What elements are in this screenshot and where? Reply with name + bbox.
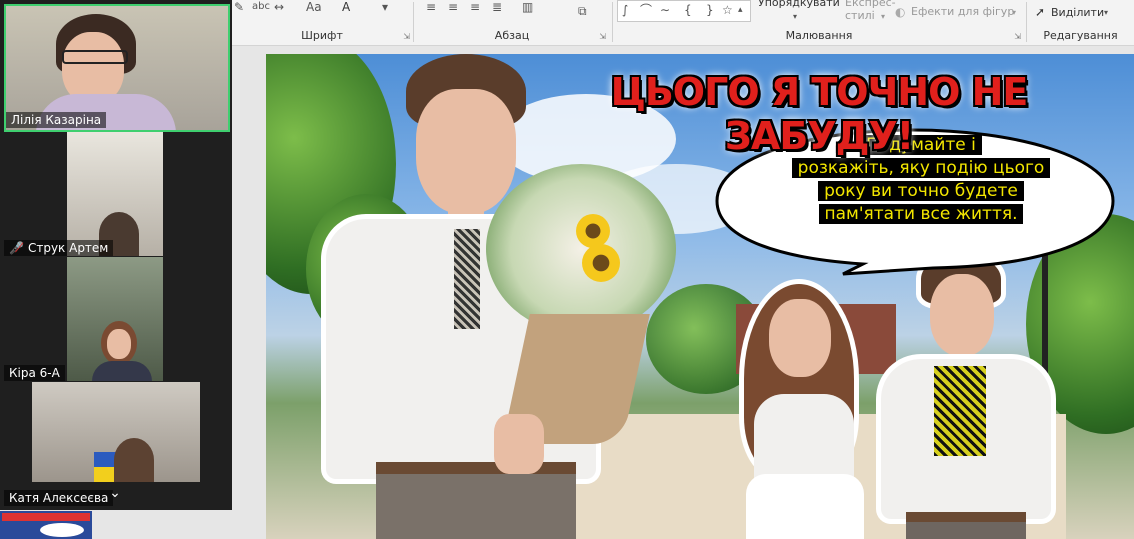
shape-effects-icon[interactable]: ◐ xyxy=(895,5,905,19)
change-case-button[interactable]: Aa xyxy=(306,0,322,14)
font-color-button[interactable]: A xyxy=(342,0,350,14)
slide-editor-area: Подумайте і розкажіть, яку подію цього р… xyxy=(232,46,1134,539)
participant-tile[interactable]: Лілія Казаріна xyxy=(4,4,230,132)
shape-effects-dropdown-icon[interactable]: ▾ xyxy=(1012,6,1016,20)
shape-brace-right-icon[interactable]: } xyxy=(706,3,714,17)
quick-styles-dropdown-icon[interactable]: ▾ xyxy=(881,10,885,24)
gallery-scroll-icon[interactable]: ▴ xyxy=(738,3,743,17)
strikethrough-icon[interactable]: abc xyxy=(252,0,270,14)
align-left-icon[interactable]: ≡ xyxy=(426,0,436,14)
participant-name: Лілія Казаріна xyxy=(6,112,107,128)
editing-group: ➚ Виділити ▾ Редагування xyxy=(1027,0,1134,45)
paragraph-group: ≡ ≡ ≡ ≣ ▥ ⧉ Абзац ⇲ xyxy=(414,0,610,45)
shape-effects-button[interactable]: Ефекти для фігур xyxy=(911,5,1014,18)
bubble-line: розкажіть, яку подію цього xyxy=(766,157,1076,180)
highlight-icon[interactable]: ✎ xyxy=(234,0,244,14)
participant-tile[interactable]: Кіра 6-А xyxy=(4,257,226,381)
participant-name: Кіра 6-А xyxy=(4,365,65,381)
font-dialog-launcher-icon[interactable]: ⇲ xyxy=(403,32,410,41)
columns-icon[interactable]: ▥ xyxy=(522,0,533,14)
participant-label: 🎤̸ Струк Артем xyxy=(4,240,114,256)
shape-brace-left-icon[interactable]: { xyxy=(684,3,692,17)
drawing-group: ∫ ⌒ ∼ { } ☆ ▴ Упорядкувати ▾ Експрес- ст… xyxy=(613,0,1025,45)
text-effects-icon[interactable]: ▾ xyxy=(382,0,388,14)
align-right-icon[interactable]: ≡ xyxy=(470,0,480,14)
shape-curve-icon[interactable]: ∫ xyxy=(622,3,628,17)
slide-canvas[interactable]: Подумайте і розкажіть, яку подію цього р… xyxy=(266,54,1134,539)
arrange-button[interactable]: Упорядкувати xyxy=(758,0,840,9)
drawing-dialog-launcher-icon[interactable]: ⇲ xyxy=(1014,32,1021,41)
expand-gallery-chevron-icon[interactable]: ⌄ xyxy=(100,482,130,504)
participant-name: Струк Артем xyxy=(27,241,109,255)
shape-arc-icon[interactable]: ⌒ xyxy=(640,3,652,17)
justify-icon[interactable]: ≣ xyxy=(492,0,502,14)
select-button[interactable]: Виділити xyxy=(1051,6,1104,19)
drawing-group-label: Малювання xyxy=(785,29,853,42)
slide-thumbnail[interactable] xyxy=(0,511,92,539)
font-group: ✎ abc ↔ Aa A ▾ Шрифт ⇲ xyxy=(232,0,412,45)
align-center-icon[interactable]: ≡ xyxy=(448,0,458,14)
smartart-icon[interactable]: ⧉ xyxy=(578,4,587,18)
arrange-dropdown-icon[interactable]: ▾ xyxy=(793,10,797,24)
select-dropdown-icon[interactable]: ▾ xyxy=(1104,6,1108,20)
paragraph-dialog-launcher-icon[interactable]: ⇲ xyxy=(599,32,606,41)
slide-title: ЦЬОГО Я ТОЧНО НЕ ЗАБУДУ! xyxy=(610,70,1029,158)
char-spacing-icon[interactable]: ↔ xyxy=(274,0,284,14)
font-group-label: Шрифт xyxy=(301,29,343,42)
editing-group-label: Редагування xyxy=(1043,29,1118,42)
shape-wave-icon[interactable]: ∼ xyxy=(660,3,670,17)
cursor-icon[interactable]: ➚ xyxy=(1035,5,1045,19)
shapes-gallery[interactable]: ∫ ⌒ ∼ { } ☆ ▴ xyxy=(617,0,751,22)
participant-tile[interactable]: 🎤̸ Струк Артем xyxy=(4,132,226,256)
muted-mic-icon: 🎤̸ xyxy=(9,241,24,255)
quick-styles-button[interactable]: Експрес- стилі xyxy=(845,0,896,22)
paragraph-group-label: Абзац xyxy=(494,29,530,42)
bubble-line: року ви точно будете xyxy=(766,180,1076,203)
video-participants-panel: Лілія Казаріна 🎤̸ Струк Артем Кіра 6-А Ка… xyxy=(0,0,232,510)
participant-name: Катя Алексеєва xyxy=(4,490,114,506)
bubble-line: пам'ятати все життя. xyxy=(766,203,1076,226)
shape-star-icon[interactable]: ☆ xyxy=(722,3,733,17)
